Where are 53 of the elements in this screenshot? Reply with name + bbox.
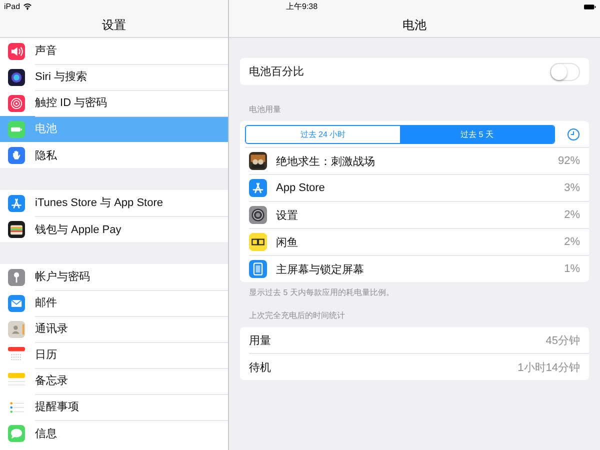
app-name: App Store xyxy=(276,182,326,194)
orb-icon xyxy=(8,68,25,86)
sidebar-item[interactable]: 备忘录 xyxy=(0,368,228,394)
sidebar-item[interactable]: 钱包与 Apple Pay xyxy=(0,216,228,242)
usage-percent: 2% xyxy=(564,209,580,221)
section-header: 电池用量 xyxy=(248,104,282,116)
app-name: 闲鱼 xyxy=(276,236,299,250)
speech-bubble-icon xyxy=(8,424,25,442)
sidebar-item[interactable]: 提醒事项 xyxy=(0,394,228,420)
footnote: 显示过去 5 天内每款应用的耗电量比例。 xyxy=(248,287,395,298)
page-title: 电池 xyxy=(402,16,426,34)
usage-percent: 92% xyxy=(558,155,580,167)
sidebar-item[interactable]: 隐私 xyxy=(0,142,228,168)
mail-icon xyxy=(8,294,25,312)
hand-icon xyxy=(8,146,25,164)
app-icon xyxy=(249,233,267,251)
sidebar-item[interactable]: 日历 xyxy=(0,342,228,368)
sidebar-item[interactable]: iTunes Store 与 App Store xyxy=(0,190,228,216)
app-name: 绝地求生：刺激战场 xyxy=(276,154,376,168)
tablet-icon xyxy=(249,260,267,278)
sidebar-item[interactable]: 信息 xyxy=(0,420,228,446)
usage-percent: 3% xyxy=(564,182,580,194)
speaker-icon xyxy=(8,42,25,60)
toggle-switch[interactable] xyxy=(550,62,580,80)
gear-icon xyxy=(249,206,267,224)
stat-label: 待机 xyxy=(249,360,272,374)
usage-percent: 1% xyxy=(564,263,580,275)
sidebar-item[interactable]: 声音 xyxy=(0,38,228,64)
app-name: 设置 xyxy=(276,208,299,222)
contacts-icon xyxy=(8,320,25,338)
status-time: 上午9:38 xyxy=(286,1,318,12)
wifi-icon xyxy=(23,2,32,11)
app-store-icon xyxy=(249,179,267,197)
wallet-icon xyxy=(8,220,25,238)
sidebar-item[interactable]: 通讯录 xyxy=(0,316,228,342)
key-icon xyxy=(8,268,25,286)
sidebar-item[interactable]: 邮件 xyxy=(0,290,228,316)
stat-value: 1小时14分钟 xyxy=(518,360,580,374)
device-name: iPad xyxy=(4,2,20,11)
game-icon xyxy=(249,152,267,170)
sidebar-item[interactable]: 帐户与密码 xyxy=(0,264,228,290)
sidebar-title: 设置 xyxy=(102,16,126,34)
clock-icon[interactable] xyxy=(567,128,580,140)
stat-value: 45分钟 xyxy=(546,334,580,348)
battery-icon xyxy=(8,120,25,138)
section-header: 上次完全充电后的时间统计 xyxy=(248,310,346,322)
fingerprint-icon xyxy=(8,94,25,112)
usage-percent: 2% xyxy=(564,236,580,248)
app-store-icon xyxy=(8,194,25,212)
setting-label: 电池百分比 xyxy=(249,65,305,79)
stat-label: 用量 xyxy=(249,334,272,348)
sidebar-item[interactable]: Siri 与搜索 xyxy=(0,64,228,90)
app-name: 主屏幕与锁定屏幕 xyxy=(276,262,365,276)
